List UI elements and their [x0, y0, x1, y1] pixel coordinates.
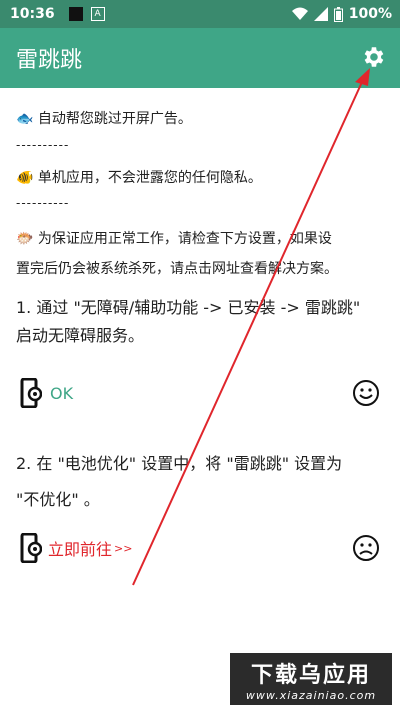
watermark-main: 下载乌应用: [250, 663, 371, 688]
annotation-arrow: [132, 68, 370, 586]
watermark: 下载乌应用 www.xiazainiao.com: [230, 653, 392, 705]
watermark-sub: www.xiazainiao.com: [245, 689, 377, 702]
